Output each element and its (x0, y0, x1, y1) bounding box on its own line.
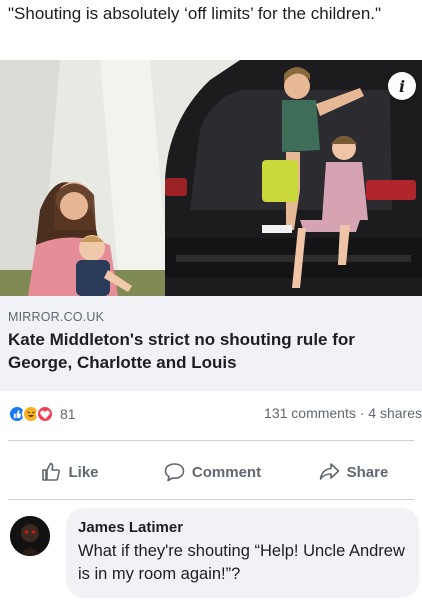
reaction-count: 81 (60, 406, 76, 422)
info-icon[interactable]: i (388, 72, 416, 100)
comment-bubble[interactable]: James Latimer What if they're shouting “… (66, 508, 419, 598)
comments-shares-count[interactable]: 131 comments · 4 shares (264, 405, 422, 421)
photo-illustration (0, 60, 422, 296)
avatar-image (10, 516, 50, 556)
like-button[interactable]: Like (0, 462, 140, 482)
link-title[interactable]: Kate Middleton's strict no shouting rule… (8, 328, 414, 374)
link-domain: MIRROR.CO.UK (8, 310, 105, 324)
avatar[interactable] (10, 516, 50, 556)
thumbs-up-icon (42, 462, 61, 481)
comment-bubble-icon (164, 463, 185, 482)
share-arrow-icon (319, 463, 339, 480)
link-preview-image[interactable] (0, 60, 422, 296)
link-caption[interactable]: MIRROR.CO.UK Kate Middleton's strict no … (0, 296, 422, 391)
divider (8, 440, 414, 441)
divider (8, 499, 414, 500)
comment-button[interactable]: Comment (140, 462, 285, 482)
share-label: Share (346, 463, 389, 481)
love-reaction-icon (36, 405, 54, 423)
comment-text: What if they're shouting “Help! Uncle An… (78, 542, 405, 583)
comment-author[interactable]: James Latimer (78, 518, 407, 538)
like-label: Like (68, 463, 99, 481)
post-text: "Shouting is absolutely ‘off limits’ for… (8, 4, 382, 23)
reactions-summary[interactable]: 81 (8, 405, 76, 423)
share-button[interactable]: Share (285, 462, 422, 482)
engagement-stats: 81 131 comments · 4 shares (0, 403, 422, 429)
comment-label: Comment (191, 463, 262, 481)
post-actions: Like Comment Share (0, 448, 422, 496)
